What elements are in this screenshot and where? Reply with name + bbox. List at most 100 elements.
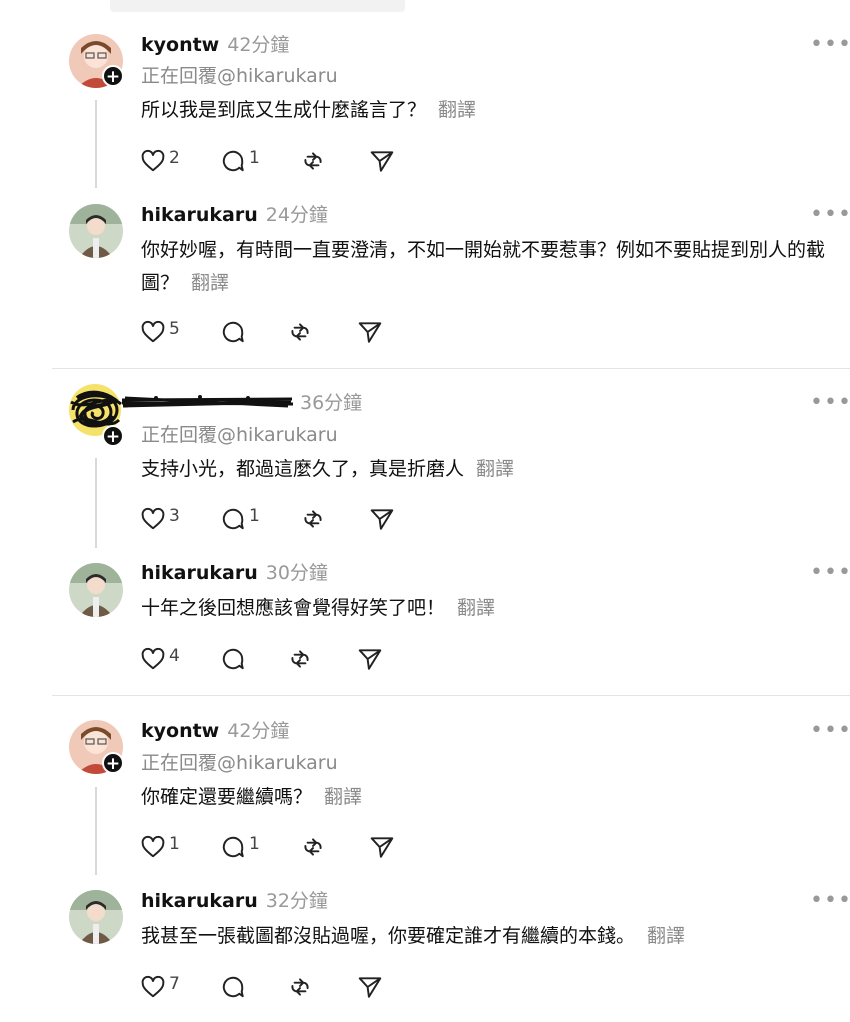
timestamp: 42分鐘: [227, 34, 290, 56]
comment-icon: [222, 976, 244, 998]
reply-button[interactable]: [220, 973, 246, 1001]
post-header: kyontw 42分鐘: [141, 718, 289, 744]
username[interactable]: hikarukaru: [141, 890, 258, 912]
share-button[interactable]: [357, 973, 383, 1001]
heart-icon: [141, 647, 165, 670]
reply-button[interactable]: [220, 645, 246, 673]
repost-icon: [304, 838, 322, 856]
share-button[interactable]: [369, 147, 395, 175]
send-icon: [358, 649, 382, 670]
heart-icon: [141, 149, 165, 172]
like-count: 5: [169, 319, 180, 339]
reply-button[interactable]: [220, 318, 246, 346]
share-button[interactable]: [369, 505, 395, 533]
avatar[interactable]: [69, 890, 123, 944]
post-text: 十年之後回想應該會覺得好笑了吧！ 翻譯: [141, 592, 841, 625]
more-icon[interactable]: •••: [810, 720, 850, 742]
heart-icon: [141, 835, 165, 858]
more-icon[interactable]: •••: [810, 392, 850, 414]
timestamp: 30分鐘: [265, 562, 328, 584]
post-text-content: 所以我是到底又生成什麼謠言了？: [141, 99, 427, 121]
timestamp: 24分鐘: [265, 204, 328, 226]
heart-icon: [141, 320, 165, 343]
repost-button[interactable]: [300, 833, 326, 861]
follow-plus-icon[interactable]: +: [102, 425, 124, 447]
reply-button[interactable]: 1: [220, 505, 260, 533]
post-header: hikarukaru 24分鐘: [141, 202, 328, 228]
reply-button[interactable]: 1: [220, 833, 260, 861]
comment-icon: [222, 508, 244, 530]
avatar[interactable]: [69, 563, 123, 617]
comment-icon: [222, 836, 244, 858]
like-count: 1: [169, 834, 180, 854]
like-button[interactable]: 4: [140, 645, 180, 673]
reply-count: 1: [249, 506, 260, 526]
post-text-content: 支持小光，都過這麼久了，真是折磨人: [141, 458, 465, 480]
thread-line: [95, 458, 97, 548]
share-button[interactable]: [357, 645, 383, 673]
translate-link[interactable]: 翻譯: [438, 99, 476, 121]
send-icon: [370, 509, 394, 530]
send-icon: [370, 837, 394, 858]
more-icon[interactable]: •••: [810, 562, 850, 584]
repost-icon: [291, 978, 309, 996]
like-button[interactable]: 5: [140, 318, 180, 346]
post-text-content: 你好妙喔，有時間一直要澄清，不如一開始就不要惹事？例如不要貼提到別人的截圖？: [141, 239, 826, 294]
share-button[interactable]: [369, 833, 395, 861]
username[interactable]: kyontw: [141, 34, 219, 56]
replying-to[interactable]: 正在回覆@hikarukaru: [141, 750, 338, 776]
redacted-username: [120, 392, 295, 412]
replying-to[interactable]: 正在回覆@hikarukaru: [141, 63, 338, 89]
follow-plus-icon[interactable]: +: [102, 752, 124, 774]
timestamp: 42分鐘: [227, 720, 290, 742]
like-count: 2: [169, 148, 180, 168]
translate-link[interactable]: 翻譯: [476, 458, 514, 480]
repost-icon: [304, 510, 322, 528]
post-text-content: 十年之後回想應該會覺得好笑了吧！: [141, 597, 446, 619]
more-icon[interactable]: •••: [810, 890, 850, 912]
comment-icon: [222, 150, 244, 172]
thread-divider: [52, 368, 850, 369]
avatar[interactable]: [69, 204, 123, 258]
repost-button[interactable]: [287, 973, 313, 1001]
more-icon[interactable]: •••: [810, 204, 850, 226]
replying-to[interactable]: 正在回覆@hikarukaru: [141, 422, 338, 448]
more-icon[interactable]: •••: [810, 34, 850, 56]
repost-button[interactable]: [300, 505, 326, 533]
reply-button[interactable]: 1: [220, 147, 260, 175]
comment-icon: [222, 648, 244, 670]
heart-icon: [141, 975, 165, 998]
thread-divider: [52, 695, 850, 696]
thread-line: [95, 787, 97, 875]
post-text: 你好妙喔，有時間一直要澄清，不如一開始就不要惹事？例如不要貼提到別人的截圖？ 翻譯: [141, 234, 841, 300]
follow-plus-icon[interactable]: +: [102, 65, 124, 87]
like-button[interactable]: 7: [140, 973, 180, 1001]
post-header: kyontw 42分鐘: [141, 32, 289, 58]
reply-count: 1: [249, 148, 260, 168]
post-text: 我甚至一張截圖都沒貼過喔，你要確定誰才有繼續的本錢。 翻譯: [141, 920, 841, 953]
heart-icon: [141, 507, 165, 530]
repost-button[interactable]: [300, 147, 326, 175]
send-icon: [358, 977, 382, 998]
like-button[interactable]: 1: [140, 833, 180, 861]
username[interactable]: kyontw: [141, 720, 219, 742]
post-header: hikarukaru 30分鐘: [141, 560, 328, 586]
translate-link[interactable]: 翻譯: [191, 272, 229, 294]
username[interactable]: hikarukaru: [141, 204, 258, 226]
translate-link[interactable]: 翻譯: [457, 597, 495, 619]
repost-icon: [291, 650, 309, 668]
post-text: 支持小光，都過這麼久了，真是折磨人 翻譯: [141, 453, 841, 486]
like-count: 7: [169, 974, 180, 994]
like-button[interactable]: 3: [140, 505, 180, 533]
post-header: hikarukaru 32分鐘: [141, 888, 328, 914]
repost-button[interactable]: [287, 318, 313, 346]
post-text: 你確定還要繼續嗎？ 翻譯: [141, 781, 841, 814]
repost-button[interactable]: [287, 645, 313, 673]
repost-icon: [304, 152, 322, 170]
share-button[interactable]: [357, 318, 383, 346]
like-count: 4: [169, 646, 180, 666]
translate-link[interactable]: 翻譯: [324, 786, 362, 808]
username[interactable]: hikarukaru: [141, 562, 258, 584]
translate-link[interactable]: 翻譯: [647, 925, 685, 947]
like-button[interactable]: 2: [140, 147, 180, 175]
